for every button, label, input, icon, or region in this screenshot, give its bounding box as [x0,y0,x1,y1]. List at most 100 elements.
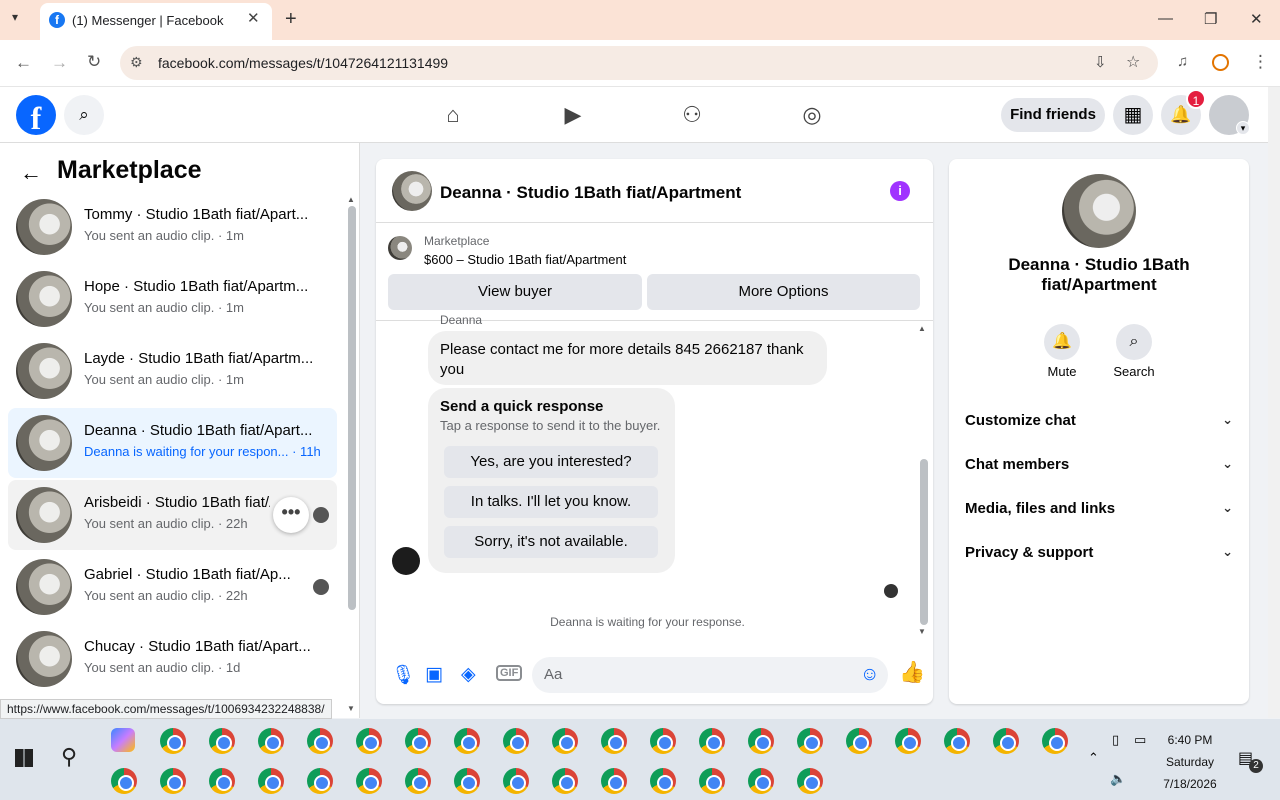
taskbar-chrome-icon[interactable] [944,728,970,754]
taskbar-chrome-icon[interactable] [454,728,480,754]
media-files-links-row[interactable]: Media, files and links ⌄ [965,500,1233,517]
message-input[interactable]: Aa [532,657,888,693]
listing-title[interactable]: $600 – Studio 1Bath fiat/Apartment [424,252,626,267]
chat-title[interactable]: Deanna · Studio 1Bath fiat/Apartment [440,183,741,203]
taskbar-search-icon[interactable]: ⚲ [61,744,77,770]
conversation-item[interactable]: Gabriel · Studio 1Bath fiat/Ap... You sen… [8,552,337,622]
show-hidden-icons-chevron-icon[interactable]: ⌃ [1088,750,1099,766]
account-chevron-icon[interactable]: ▾ [1236,121,1250,135]
sticker-icon[interactable]: ◈ [461,663,476,686]
taskbar-chrome-icon[interactable] [258,768,284,794]
quick-reply-button[interactable]: Sorry, it's not available. [444,526,658,558]
like-icon[interactable]: 👍 [899,661,925,685]
tab-list-chevron-icon[interactable]: ▾ [12,10,18,24]
taskbar-chrome-icon[interactable] [356,728,382,754]
taskbar-chrome-icon[interactable] [699,728,725,754]
reload-icon[interactable]: ↻ [87,52,101,72]
taskbar-chrome-icon[interactable] [503,728,529,754]
taskbar-chrome-icon[interactable] [307,768,333,794]
taskbar-chrome-icon[interactable] [650,768,676,794]
facebook-logo-icon[interactable]: f [16,95,56,136]
taskbar-chrome-icon[interactable] [454,768,480,794]
taskbar-chrome-icon[interactable] [601,768,627,794]
find-friends-button[interactable]: Find friends [1001,98,1105,132]
taskbar-chrome-icon[interactable] [993,728,1019,754]
taskbar-chrome-icon[interactable] [356,768,382,794]
windows-start-icon[interactable] [15,749,33,767]
conversation-item[interactable]: Arisbeidi · Studio 1Bath fiat/A...You se… [8,480,337,550]
photo-icon[interactable]: ▣ [425,663,443,686]
taskbar-chrome-icon[interactable] [503,768,529,794]
gaming-icon[interactable]: ◎ [797,100,827,130]
taskbar-chrome-icon[interactable] [209,728,235,754]
taskbar-chrome-icon[interactable] [405,768,431,794]
close-window-icon[interactable]: ✕ [1250,10,1263,28]
site-settings-icon[interactable]: ⚙ [130,54,143,71]
taskbar-chrome-icon[interactable] [797,768,823,794]
taskbar-chrome-icon[interactable] [209,768,235,794]
copilot-icon[interactable] [111,728,135,752]
emoji-icon[interactable]: ☺ [860,664,879,686]
taskbar-chrome-icon[interactable] [601,728,627,754]
taskbar-chrome-icon[interactable] [1042,728,1068,754]
menu-grid-icon[interactable]: ▦ [1113,95,1153,135]
browser-tab[interactable]: f (1) Messenger | Facebook ✕ [40,3,272,40]
privacy-support-row[interactable]: Privacy & support ⌄ [965,544,1233,561]
profile-icon[interactable] [1212,54,1229,71]
page-scrollbar[interactable] [1268,87,1280,718]
back-arrow-icon[interactable]: ← [20,160,42,186]
conversation-item[interactable]: Layde · Studio 1Bath fiat/Apartm... You s… [8,336,337,406]
device-icon[interactable]: ▯ [1112,732,1119,748]
forward-icon[interactable]: → [51,53,68,73]
customize-chat-row[interactable]: Customize chat ⌄ [965,412,1233,429]
quick-reply-button[interactable]: Yes, are you interested? [444,446,658,478]
install-app-icon[interactable]: ⇩ [1094,53,1107,71]
system-clock[interactable]: 6:40 PM Saturday 7/18/2026 [1150,729,1230,795]
back-icon[interactable]: ← [15,53,32,73]
quick-reply-button[interactable]: In talks. I'll let you know. [444,486,658,518]
taskbar-chrome-icon[interactable] [160,768,186,794]
taskbar-chrome-icon[interactable] [552,728,578,754]
taskbar-chrome-icon[interactable] [552,768,578,794]
media-controls-icon[interactable]: ♫ [1177,53,1188,70]
scroll-up-icon[interactable]: ▲ [347,195,355,204]
taskbar-chrome-icon[interactable] [797,728,823,754]
conversation-item[interactable]: Hope · Studio 1Bath fiat/Apartm... You se… [8,264,337,334]
video-icon[interactable]: ▶ [558,100,588,130]
taskbar-chrome-icon[interactable] [650,728,676,754]
omnibox[interactable]: ⚙ facebook.com/messages/t/10472641211314… [120,46,1158,80]
taskbar-chrome-icon[interactable] [307,728,333,754]
view-buyer-button[interactable]: View buyer [388,274,642,310]
taskbar-chrome-icon[interactable] [895,728,921,754]
taskbar-chrome-icon[interactable] [405,728,431,754]
new-tab-icon[interactable]: + [285,8,297,31]
minimize-icon[interactable]: — [1158,10,1173,27]
chat-scrollbar[interactable] [920,459,928,625]
close-tab-icon[interactable]: ✕ [247,9,260,27]
taskbar-chrome-icon[interactable] [160,728,186,754]
conversation-item-selected[interactable]: Deanna · Studio 1Bath fiat/Apart... Deann… [8,408,337,478]
conversation-item[interactable]: Tommy · Studio 1Bath fiat/Apart... You se… [8,192,337,262]
more-options-button[interactable]: More Options [647,274,920,310]
conversation-list-scrollbar[interactable] [348,206,356,610]
scroll-down-icon[interactable]: ▼ [347,704,355,713]
chat-avatar[interactable] [392,171,432,211]
taskbar-chrome-icon[interactable] [111,768,137,794]
mute-icon[interactable]: 🔔 [1044,324,1080,360]
bookmark-star-icon[interactable]: ☆ [1126,52,1140,72]
scroll-up-icon[interactable]: ▲ [918,324,926,333]
search-icon[interactable]: ⌕ [64,95,104,135]
microphone-icon[interactable]: 🎙 [391,663,415,687]
gif-icon[interactable]: GIF [496,665,523,681]
search-icon[interactable]: ⌕ [1116,324,1152,360]
network-icon[interactable]: ▭ [1134,732,1146,748]
taskbar-chrome-icon[interactable] [846,728,872,754]
restore-icon[interactable]: ❐ [1204,10,1217,28]
taskbar-chrome-icon[interactable] [699,768,725,794]
home-icon[interactable]: ⌂ [438,100,468,130]
chat-members-row[interactable]: Chat members ⌄ [965,456,1233,473]
taskbar-chrome-icon[interactable] [258,728,284,754]
taskbar-chrome-icon[interactable] [748,768,774,794]
taskbar-chrome-icon[interactable] [748,728,774,754]
scroll-down-icon[interactable]: ▼ [918,627,926,636]
